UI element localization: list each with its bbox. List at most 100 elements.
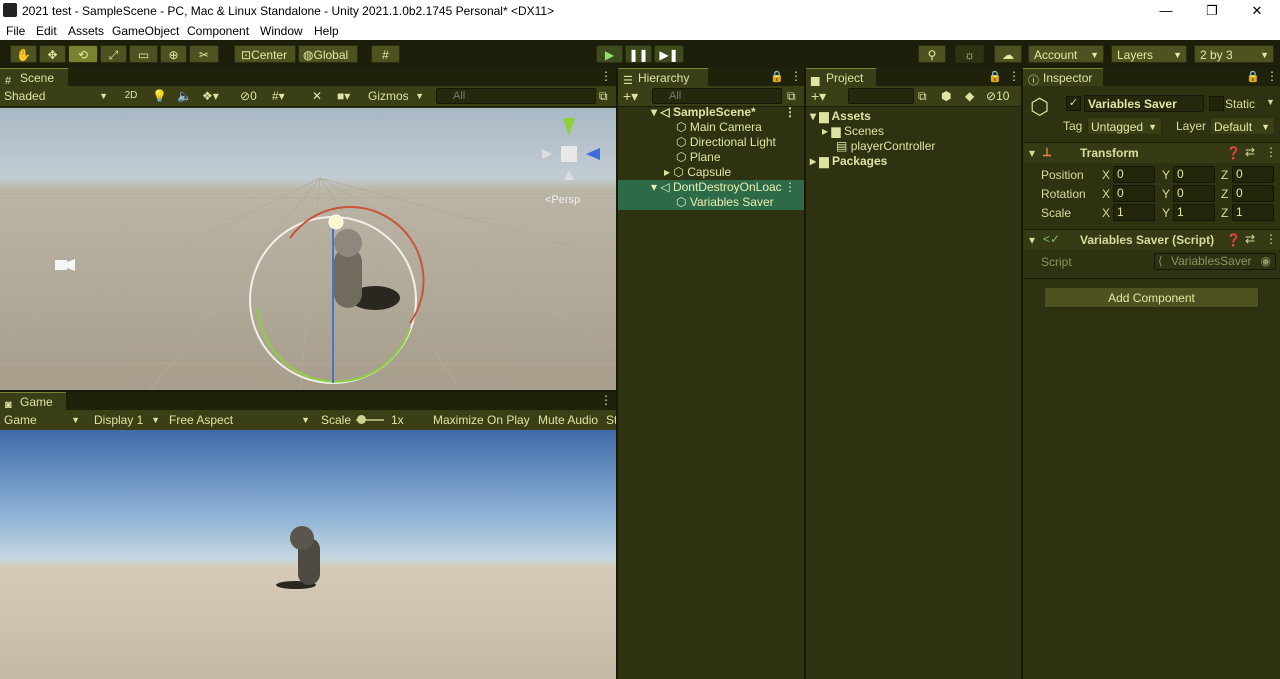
transform-tool-icon[interactable]: ⊕ (160, 45, 187, 63)
game-view-dropdown[interactable]: Game ▼ (4, 412, 82, 428)
add-icon[interactable]: +▾ (811, 88, 826, 104)
add-component-button[interactable]: Add Component (1044, 287, 1259, 308)
game-viewport[interactable] (0, 430, 616, 679)
light-gizmo-icon[interactable] (328, 214, 344, 230)
grid-icon[interactable]: #▾ (272, 88, 285, 104)
pivot-center-button[interactable]: ⊡Center (234, 45, 296, 63)
tools-icon[interactable]: ✕ (312, 88, 322, 104)
scene-view-options-icon[interactable]: ⧉ (599, 88, 608, 104)
pause-button[interactable]: ❚❚ (625, 45, 652, 63)
rect-tool-icon[interactable]: ▭ (129, 45, 158, 63)
scene-search-input[interactable] (436, 88, 596, 104)
audio-icon[interactable]: 🔈 (177, 88, 192, 104)
play-button[interactable]: ▶ (596, 45, 623, 63)
minimize-button[interactable]: — (1143, 0, 1189, 22)
script-component-header[interactable]: ▾ <✓ Variables Saver (Script) ❓ ⇄ ⋮ (1024, 229, 1280, 250)
hierarchy-row[interactable]: ▸ ⬡ Capsule (618, 165, 804, 180)
position-y-field[interactable]: 0 (1173, 166, 1215, 183)
x-axis-label[interactable]: X (1102, 206, 1110, 220)
lock-icon[interactable]: 🔒 (988, 70, 1002, 83)
aspect-dropdown[interactable]: Free Aspect ▼ (169, 412, 312, 428)
y-axis-label[interactable]: Y (1162, 206, 1170, 220)
menu-assets[interactable]: Assets (68, 24, 104, 38)
rotation-x-field[interactable]: 0 (1113, 185, 1155, 202)
tag-dropdown[interactable]: Untagged ▼ (1087, 117, 1162, 135)
cloud-icon[interactable]: ☁ (994, 45, 1022, 63)
project-folder-scenes[interactable]: ▸ ▆ Scenes (806, 124, 1021, 139)
rotate-tool-icon[interactable]: ⟲ (68, 45, 98, 63)
close-button[interactable]: ✕ (1234, 0, 1280, 22)
kebab-menu-icon[interactable]: ⋮ (784, 105, 796, 120)
z-axis-label[interactable]: Z (1221, 206, 1228, 220)
hierarchy-row[interactable]: ⬡ Main Camera (618, 120, 804, 135)
menu-gameobject[interactable]: GameObject (112, 24, 179, 38)
grid-snap-icon[interactable]: # (371, 45, 400, 63)
menu-window[interactable]: Window (260, 24, 303, 38)
hierarchy-row-selected[interactable]: ⬡ Variables Saver (618, 195, 804, 210)
menu-edit[interactable]: Edit (36, 24, 57, 38)
project-item-script[interactable]: ▤ playerController (806, 139, 1021, 154)
static-checkbox[interactable] (1209, 96, 1224, 111)
z-axis-label[interactable]: Z (1221, 168, 1228, 182)
hierarchy-scene-row-dontdestroy[interactable]: ▾ ◁ DontDestroyOnLoac ⋮ (618, 180, 804, 195)
tab-project[interactable]: ▆ Project (806, 68, 876, 87)
move-tool-icon[interactable]: ✥ (39, 45, 66, 63)
hierarchy-filter-icon[interactable]: ⧉ (787, 88, 796, 104)
lock-icon[interactable]: 🔒 (770, 70, 784, 83)
position-z-field[interactable]: 0 (1232, 166, 1274, 183)
object-name-input[interactable] (1084, 95, 1204, 112)
lighting-icon[interactable]: 💡 (152, 88, 167, 104)
position-x-field[interactable]: 0 (1113, 166, 1155, 183)
help-icon[interactable]: ❓ (1226, 233, 1241, 247)
tab-hierarchy[interactable]: ☰ Hierarchy (618, 68, 708, 87)
tab-inspector[interactable]: ⓘ Inspector (1023, 68, 1103, 87)
hierarchy-row[interactable]: ⬡ Plane (618, 150, 804, 165)
search-icon[interactable]: ⚲ (918, 45, 946, 63)
hierarchy-scene-row[interactable]: ▾ ◁ SampleScene* ⋮ (618, 105, 804, 120)
tab-scene[interactable]: # Scene (0, 68, 68, 87)
services-icon[interactable]: ☼ (955, 45, 984, 63)
y-axis-label[interactable]: Y (1162, 187, 1170, 201)
presets-icon[interactable]: ⇄ (1245, 232, 1255, 246)
capsule-head[interactable] (334, 229, 362, 257)
rotation-z-field[interactable]: 0 (1232, 185, 1274, 202)
camera-gizmo-icon[interactable] (55, 259, 75, 271)
orientation-gizmo[interactable] (542, 118, 600, 180)
transform-header[interactable]: ▾ ⟂ Transform ❓ ⇄ ⋮ (1024, 142, 1280, 163)
project-search-input[interactable] (848, 88, 914, 104)
mute-audio-toggle[interactable]: Mute Audio (538, 412, 598, 428)
account-dropdown[interactable]: Account ▼ (1028, 45, 1104, 63)
kebab-menu-icon[interactable]: ⋮ (784, 180, 796, 195)
x-axis-label[interactable]: X (1102, 168, 1110, 182)
hidden-objects-icon[interactable]: ⊘0 (240, 88, 257, 104)
z-axis-label[interactable]: Z (1221, 187, 1228, 201)
scale-slider-thumb[interactable] (357, 415, 366, 424)
menu-component[interactable]: Component (187, 24, 249, 38)
custom-tool-icon[interactable]: ✂ (189, 45, 219, 63)
lock-icon[interactable]: 🔒 (1246, 70, 1260, 83)
display-dropdown[interactable]: Display 1 ▼ (94, 412, 162, 428)
menu-file[interactable]: File (6, 24, 25, 38)
y-axis-label[interactable]: Y (1162, 168, 1170, 182)
kebab-menu-icon[interactable]: ⋮ (1008, 69, 1020, 83)
layer-dropdown[interactable]: Default ▼ (1210, 117, 1275, 135)
kebab-menu-icon[interactable]: ⋮ (1266, 69, 1278, 83)
scale-y-field[interactable]: 1 (1173, 204, 1215, 221)
kebab-menu-icon[interactable]: ⋮ (790, 69, 802, 83)
space-global-button[interactable]: ◍Global (298, 45, 358, 63)
camera-icon[interactable]: ■▾ (337, 88, 350, 104)
layers-dropdown[interactable]: Layers ▼ (1111, 45, 1187, 63)
tab-game[interactable]: ◙ Game (0, 392, 66, 411)
filter-by-label-icon[interactable]: ⬢ (941, 88, 951, 104)
scale-x-field[interactable]: 1 (1113, 204, 1155, 221)
step-button[interactable]: ▶❚ (654, 45, 684, 63)
shading-dropdown[interactable]: Shaded ▼ (4, 88, 110, 104)
kebab-menu-icon[interactable]: ⋮ (1265, 232, 1277, 246)
hierarchy-search-input[interactable] (652, 88, 782, 104)
project-folder-assets[interactable]: ▾ ▆ Assets (806, 109, 1021, 124)
scale-tool-icon[interactable]: ⤢ (100, 45, 127, 63)
gizmos-dropdown[interactable]: Gizmos ▼ (368, 88, 426, 104)
chevron-down-icon[interactable]: ▼ (1266, 97, 1275, 107)
active-checkbox[interactable]: ✓ (1066, 96, 1081, 111)
hand-tool-icon[interactable]: ✋ (10, 45, 37, 63)
